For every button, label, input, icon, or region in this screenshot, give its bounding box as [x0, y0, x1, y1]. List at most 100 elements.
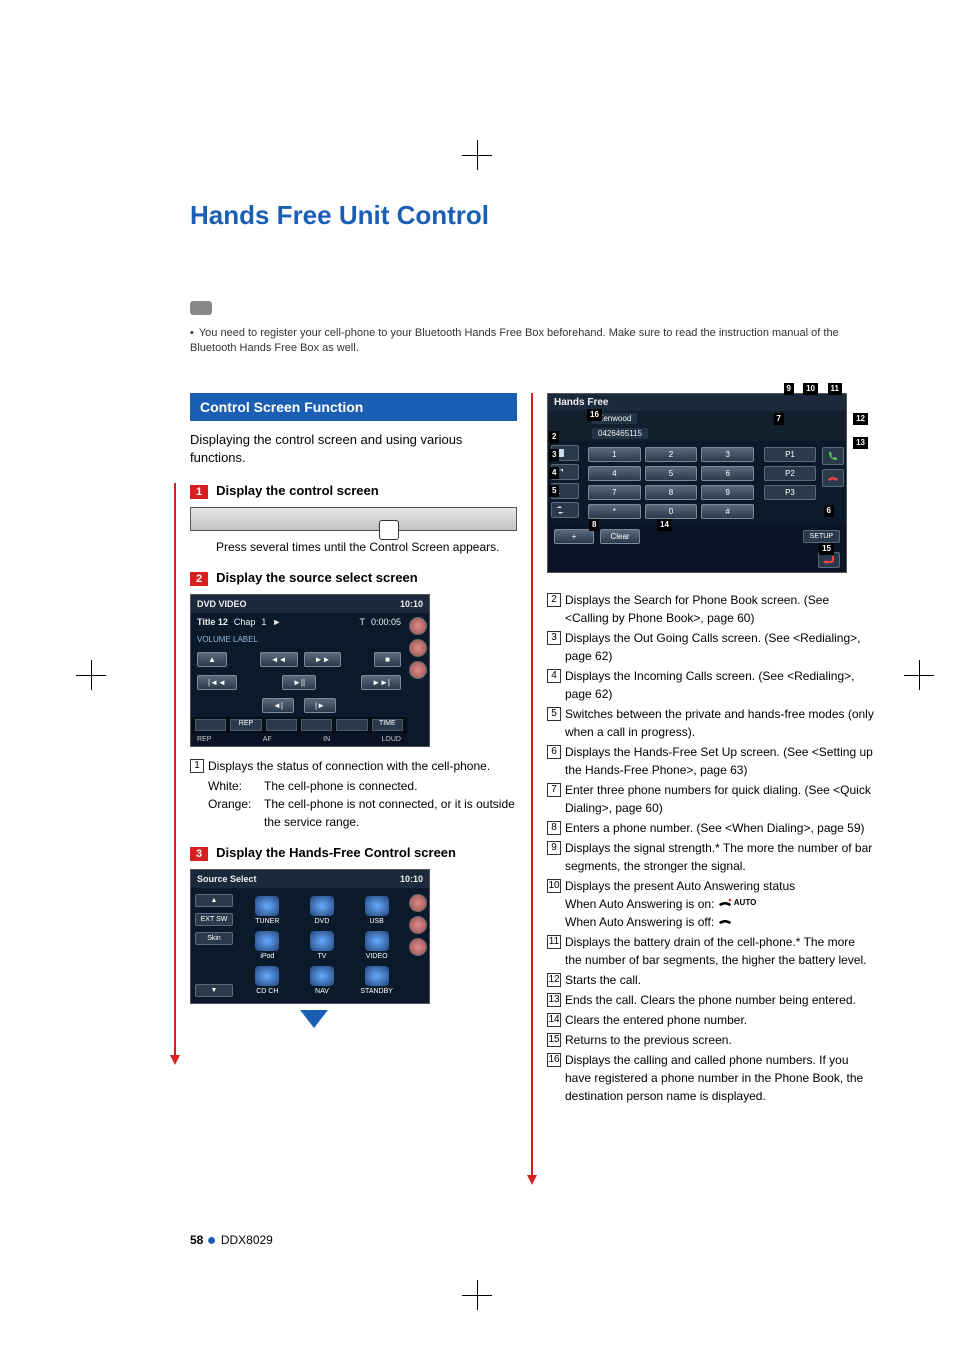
side-button[interactable] — [409, 661, 427, 679]
dvd-chap-num: 1 — [261, 617, 266, 627]
step-number: 1 — [190, 485, 208, 499]
preset-1[interactable]: P1 — [764, 447, 816, 462]
crop-mark — [462, 1280, 492, 1310]
source-ipod[interactable]: iPod — [243, 931, 292, 960]
footer-model: DDX8029 — [221, 1233, 273, 1247]
time-button[interactable]: TIME — [372, 719, 403, 731]
step-3: 3 Display the Hands-Free Control screen … — [190, 845, 517, 1028]
source-standby[interactable]: STANDBY — [352, 966, 401, 995]
rep-button[interactable]: REP — [230, 719, 261, 731]
side-button[interactable] — [409, 639, 427, 657]
keypad-7[interactable]: 7 — [588, 485, 641, 500]
dvd-clock: 10:10 — [400, 599, 423, 609]
blank-tab[interactable] — [336, 719, 367, 731]
step-back-button[interactable]: ◄| — [262, 698, 294, 713]
next-button[interactable]: ►►| — [361, 675, 401, 690]
step-title: Display the source select screen — [216, 570, 418, 585]
keypad-1[interactable]: 1 — [588, 447, 641, 462]
desc-5: Switches between the private and hands-f… — [565, 705, 874, 741]
source-video[interactable]: VIDEO — [352, 931, 401, 960]
callout-label: 12 — [853, 413, 868, 425]
keypad-3[interactable]: 3 — [701, 447, 754, 462]
preset-2[interactable]: P2 — [764, 466, 816, 481]
dvd-title: DVD VIDEO — [197, 599, 247, 609]
side-button[interactable] — [409, 916, 427, 934]
note-block: • You need to register your cell-phone t… — [190, 301, 874, 357]
source-usb[interactable]: USB — [352, 896, 401, 925]
side-button[interactable] — [409, 617, 427, 635]
rep-indicator: REP — [197, 736, 211, 743]
page-footer: 58 ● DDX8029 — [190, 1232, 273, 1250]
play-icon: ► — [272, 617, 281, 627]
keypad-5[interactable]: 5 — [645, 466, 698, 481]
keypad-0[interactable]: 0 — [645, 504, 698, 519]
callout-label: 13 — [853, 437, 868, 449]
desc-12: Starts the call. — [565, 971, 874, 989]
stop-button[interactable]: ■ — [374, 652, 401, 667]
separator-dot: ● — [207, 1232, 221, 1249]
item-1-text: Displays the status of connection with t… — [208, 757, 517, 775]
step-1: 1 Display the control screen Press sever… — [190, 483, 517, 556]
scroll-down[interactable]: ▼ — [195, 984, 233, 997]
page-number: 58 — [190, 1233, 203, 1247]
keypad-2[interactable]: 2 — [645, 447, 698, 462]
step-2: 2 Display the source select screen DVD V… — [190, 570, 517, 831]
source-cdch[interactable]: CD CH — [243, 966, 292, 995]
callout-label: 15 — [819, 543, 834, 555]
rewind-button[interactable]: ◄◄ — [260, 652, 298, 667]
mode-switch-button[interactable] — [551, 502, 579, 518]
section-header: Control Screen Function — [190, 393, 517, 421]
orange-label: Orange: — [208, 795, 258, 831]
call-button[interactable] — [822, 447, 844, 465]
keypad-4[interactable]: 4 — [588, 466, 641, 481]
keypad-9[interactable]: 9 — [701, 485, 754, 500]
callout-label: 7 — [774, 413, 784, 425]
section-intro: Displaying the control screen and using … — [190, 431, 517, 467]
desc-11: Displays the battery drain of the cell-p… — [565, 933, 874, 969]
keypad-hash[interactable]: # — [701, 504, 754, 519]
note-icon — [190, 301, 212, 315]
hands-free-screen-wrap: Hands Free Kenwood 0426465115 — [547, 393, 874, 573]
blank-tab[interactable] — [195, 719, 226, 731]
keypad-8[interactable]: 8 — [645, 485, 698, 500]
source-tuner[interactable]: TUNER — [243, 896, 292, 925]
side-button[interactable] — [409, 938, 427, 956]
blank-tab[interactable] — [266, 719, 297, 731]
step-1-after: Press several times until the Control Sc… — [216, 539, 517, 556]
source-nav[interactable]: NAV — [298, 966, 347, 995]
desc-9: Displays the signal strength.* The more … — [565, 839, 874, 875]
source-dvd[interactable]: DVD — [298, 896, 347, 925]
blank-tab[interactable] — [301, 719, 332, 731]
scroll-up[interactable]: ▲ — [195, 894, 233, 907]
page-title: Hands Free Unit Control — [190, 200, 874, 231]
desc-14: Clears the entered phone number. — [565, 1011, 874, 1029]
prev-button[interactable]: |◄◄ — [197, 675, 237, 690]
ext-sw-button[interactable]: EXT SW — [195, 913, 233, 926]
contact-number: 0426465115 — [592, 428, 648, 439]
clear-button[interactable]: Clear — [600, 529, 640, 544]
eject-button[interactable]: ▲ — [197, 652, 227, 667]
callout-label: 10 — [803, 383, 818, 395]
dvd-chap-label: Chap — [234, 617, 256, 627]
side-button[interactable] — [409, 894, 427, 912]
plus-button[interactable]: + — [554, 529, 594, 544]
desc-2: Displays the Search for Phone Book scree… — [565, 591, 874, 627]
desc-8: Enters a phone number. (See <When Dialin… — [565, 819, 874, 837]
keypad-star[interactable]: * — [588, 504, 641, 519]
step-forward-button[interactable]: |► — [304, 698, 336, 713]
pause-button[interactable]: ►|| — [282, 675, 316, 690]
control-panel-illustration — [190, 507, 517, 531]
callout-label: 4 — [549, 467, 559, 479]
skin-button[interactable]: Skin — [195, 932, 233, 945]
setup-button[interactable]: SETUP — [803, 530, 840, 543]
loud-indicator: LOUD — [382, 736, 401, 743]
note-text: You need to register your cell-phone to … — [190, 327, 839, 354]
keypad-6[interactable]: 6 — [701, 466, 754, 481]
desc-13: Ends the call. Clears the phone number b… — [565, 991, 874, 1009]
fast-forward-button[interactable]: ►► — [304, 652, 342, 667]
desc-4: Displays the Incoming Calls screen. (See… — [565, 667, 874, 703]
dvd-video-screen: DVD VIDEO 10:10 Title 12 Chap 1 ► — [190, 594, 430, 747]
source-tv[interactable]: TV — [298, 931, 347, 960]
end-call-button[interactable] — [822, 469, 844, 487]
preset-3[interactable]: P3 — [764, 485, 816, 500]
